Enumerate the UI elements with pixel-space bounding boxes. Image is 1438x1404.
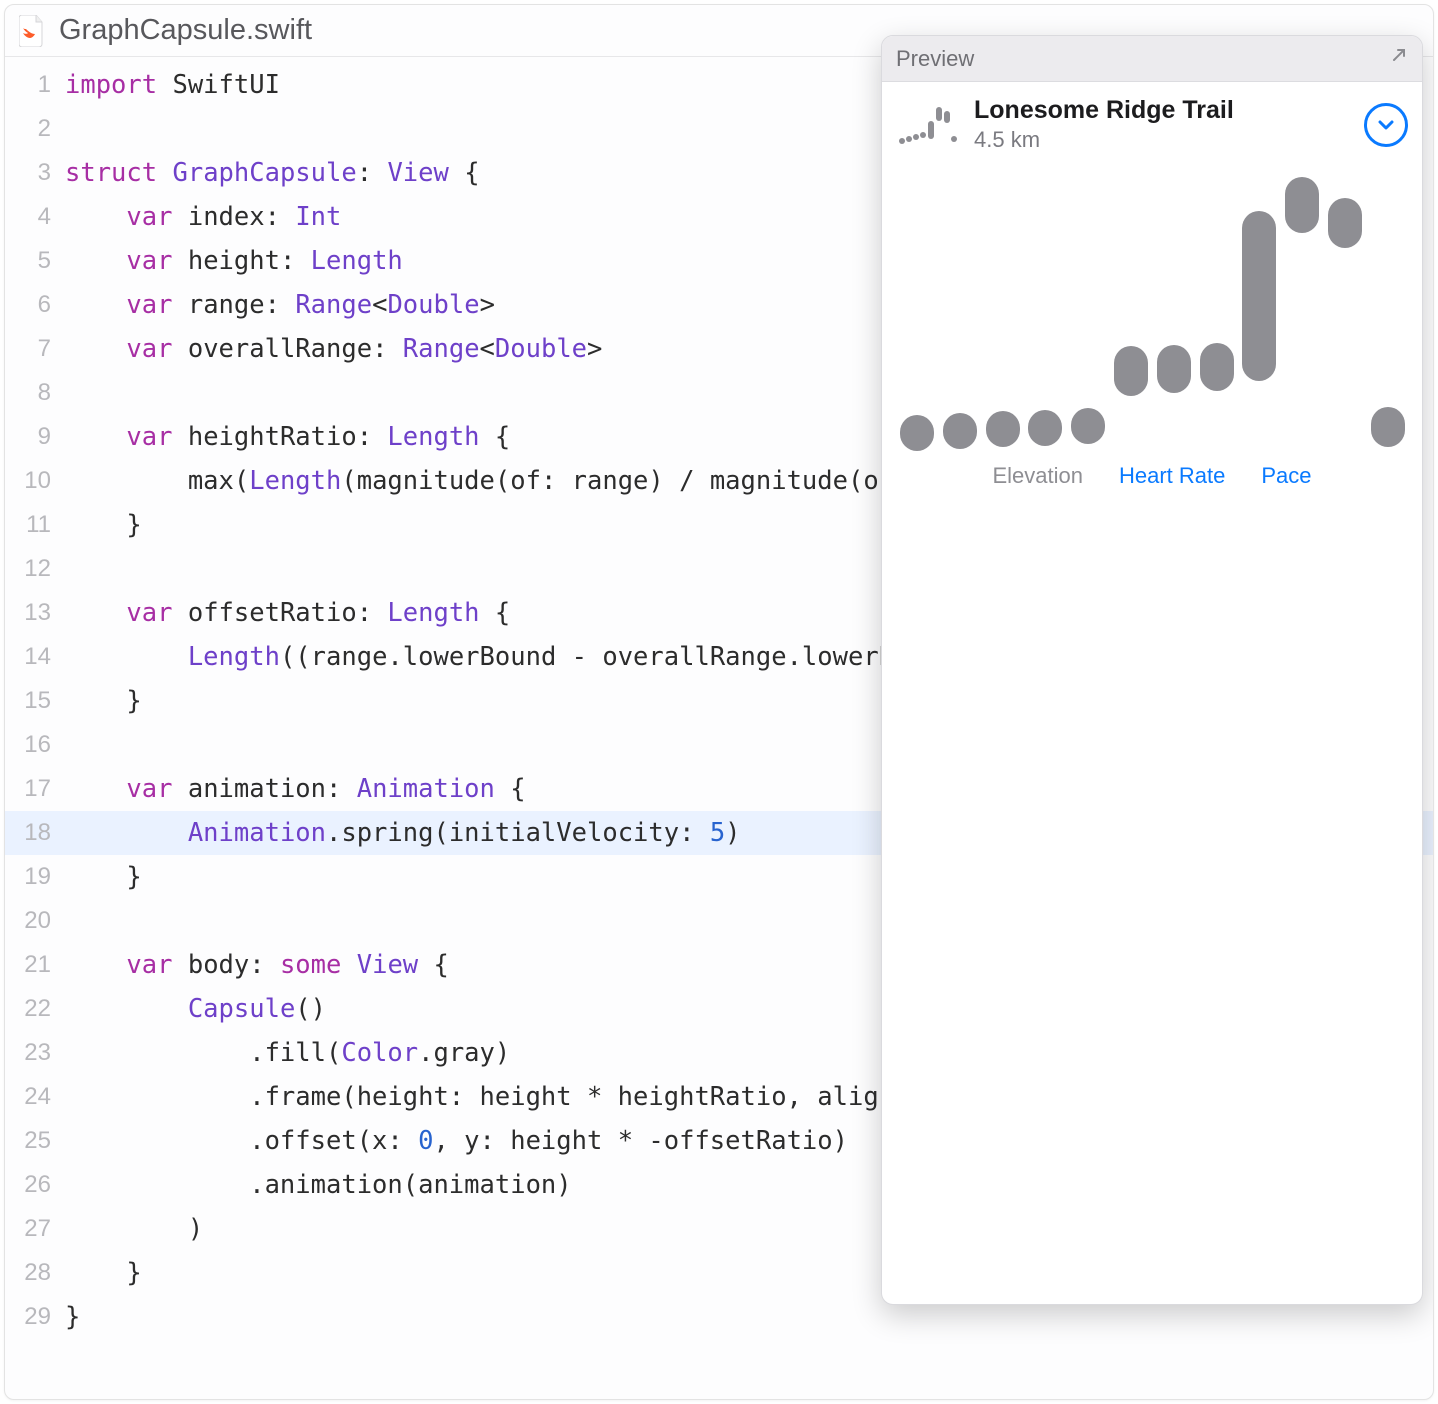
line-number: 23 [5, 1031, 65, 1075]
preview-panel: Preview [881, 35, 1423, 1305]
trail-name: Lonesome Ridge Trail [974, 96, 1350, 125]
line-number: 22 [5, 987, 65, 1031]
capsule-bar [900, 415, 934, 451]
line-number: 1 [5, 63, 65, 107]
preview-header: Preview [882, 36, 1422, 82]
trail-titles: Lonesome Ridge Trail 4.5 km [974, 96, 1350, 153]
capsule-bar [1200, 343, 1234, 391]
line-number: 4 [5, 195, 65, 239]
capsule-chart [900, 171, 1404, 451]
line-number: 19 [5, 855, 65, 899]
line-number: 10 [5, 459, 65, 503]
tab-pace[interactable]: Pace [1261, 463, 1311, 489]
preview-body: Lonesome Ridge Trail 4.5 km Elevation He… [882, 82, 1422, 489]
tab-heart-rate[interactable]: Heart Rate [1119, 463, 1225, 489]
popout-icon[interactable] [1388, 46, 1408, 72]
line-number: 25 [5, 1119, 65, 1163]
line-number: 15 [5, 679, 65, 723]
capsule-bar [943, 413, 977, 449]
mini-graph-icon [896, 101, 960, 149]
line-number: 16 [5, 723, 65, 767]
capsule-bar [1242, 211, 1276, 381]
tab-elevation[interactable]: Elevation [992, 463, 1083, 489]
capsule-bar [1028, 410, 1062, 446]
editor-window: GraphCapsule.swift 1import SwiftUI23stru… [4, 4, 1434, 1400]
capsule-bar [1328, 198, 1362, 248]
line-number: 24 [5, 1075, 65, 1119]
line-number: 29 [5, 1295, 65, 1339]
capsule-bar [1371, 407, 1405, 447]
line-number: 18 [5, 811, 65, 855]
trail-card-header: Lonesome Ridge Trail 4.5 km [896, 96, 1408, 153]
line-number: 7 [5, 327, 65, 371]
line-number: 5 [5, 239, 65, 283]
trail-distance: 4.5 km [974, 127, 1350, 153]
line-number: 17 [5, 767, 65, 811]
line-number: 6 [5, 283, 65, 327]
line-number: 9 [5, 415, 65, 459]
line-number: 28 [5, 1251, 65, 1295]
line-number: 13 [5, 591, 65, 635]
file-name: GraphCapsule.swift [59, 14, 312, 47]
line-number: 26 [5, 1163, 65, 1207]
line-number: 3 [5, 151, 65, 195]
expand-chevron-icon[interactable] [1364, 103, 1408, 147]
line-number: 2 [5, 107, 65, 151]
line-number: 21 [5, 943, 65, 987]
swift-file-icon [19, 15, 45, 47]
line-number: 8 [5, 371, 65, 415]
capsule-bar [986, 411, 1020, 447]
preview-title: Preview [896, 46, 1388, 72]
capsule-bar [1071, 408, 1105, 444]
line-number: 20 [5, 899, 65, 943]
capsule-bar [1157, 345, 1191, 393]
capsule-bar [1285, 177, 1319, 233]
line-number: 12 [5, 547, 65, 591]
capsule-bar [1114, 346, 1148, 396]
metric-tabs: Elevation Heart Rate Pace [896, 463, 1408, 489]
line-number: 27 [5, 1207, 65, 1251]
line-number: 14 [5, 635, 65, 679]
line-number: 11 [5, 503, 65, 547]
